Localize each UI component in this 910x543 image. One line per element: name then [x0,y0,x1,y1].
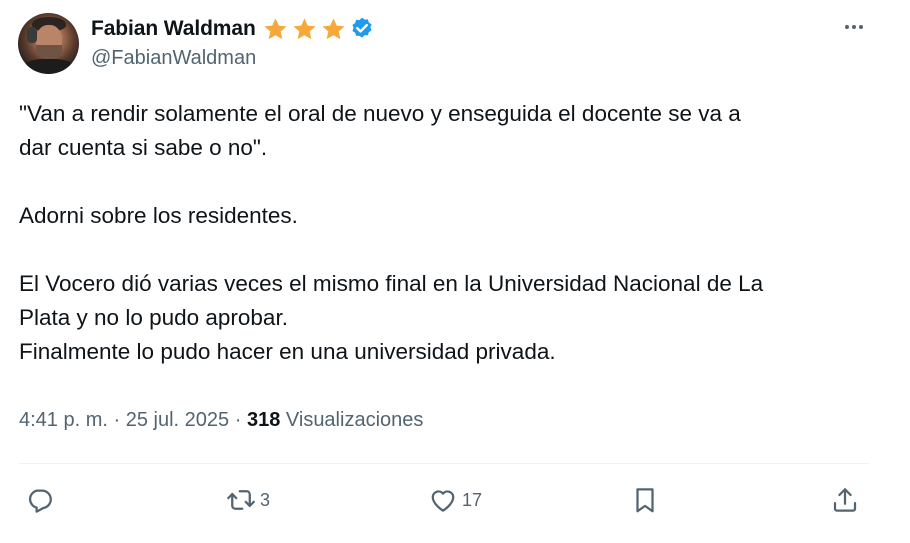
author-display-name[interactable]: Fabian Waldman [91,17,256,41]
tweet-timestamp-link[interactable]: 4:41 p. m. · 25 jul. 2025 [19,409,229,431]
tweet-text-line: dar cuenta si sabe o no". [19,135,268,160]
tweet-text-line: El Vocero dió varias veces el mismo fina… [19,271,764,296]
retweet-button[interactable]: 3 [226,478,270,522]
tweet-text-line: "Van a rendir solamente el oral de nuevo… [19,101,741,126]
avatar-headset [27,27,37,43]
author-handle[interactable]: @FabianWaldman [91,47,256,70]
tweet-actions-bar: 3 17 [0,478,910,522]
avatar-shirt [22,59,76,74]
avatar-beard [36,45,62,59]
heart-icon [431,490,455,512]
tweet-card: Fabian Waldman @FabianWaldman "Van a ren… [0,0,910,543]
author-badges [262,16,347,43]
star-icon [264,17,287,39]
tweet-text-line: Adorni sobre los residentes. [19,203,298,228]
tweet-text-line: Finalmente lo pudo hacer en una universi… [19,339,556,364]
tweet-time: 4:41 p. m. [19,409,108,431]
like-count: 17 [462,489,483,510]
like-button[interactable]: 17 [428,478,482,522]
meta-separator: · [234,409,242,431]
more-dot-icon [859,25,863,29]
retweet-icon [227,490,255,510]
tweet-date: 25 jul. 2025 [125,409,230,431]
star-icon [293,17,316,39]
meta-separator: · [113,409,121,431]
star-icon [322,17,345,39]
author-name-row: Fabian Waldman [91,16,375,42]
more-dot-icon [852,25,856,29]
views-count: 318 [246,409,281,431]
share-icon [833,488,857,512]
tweet-text-line: Plata y no lo pudo aprobar. [19,305,288,330]
author-avatar[interactable] [18,13,79,74]
views-label: Visualizaciones [285,409,424,431]
bookmark-button[interactable] [630,478,660,522]
views-link[interactable]: 318 Visualizaciones [247,409,423,431]
reply-icon [28,489,52,513]
retweet-count: 3 [260,489,271,510]
reply-button[interactable] [25,478,59,522]
verified-badge-icon[interactable] [349,16,375,42]
tweet-text: "Van a rendir solamente el oral de nuevo… [19,97,869,369]
share-button[interactable] [830,478,860,522]
tweet-meta: 4:41 p. m. · 25 jul. 2025 · 318 Visualiz… [19,409,423,432]
bookmark-icon [636,488,654,513]
actions-divider [19,463,869,464]
more-options-button[interactable] [838,14,870,40]
more-dot-icon [845,25,849,29]
